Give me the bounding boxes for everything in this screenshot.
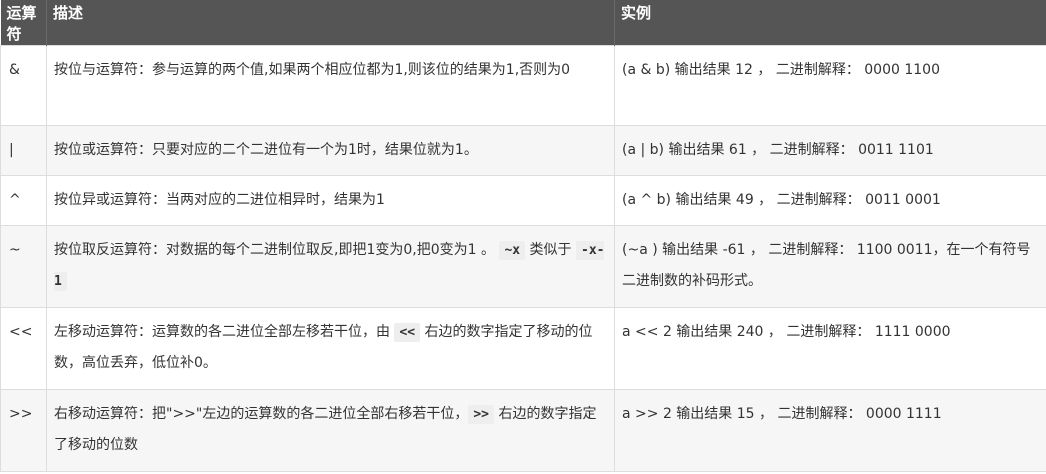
operator-cell: <<	[0, 307, 47, 390]
operator-cell: &	[0, 45, 47, 126]
header-operator: 运算符	[0, 0, 47, 46]
operator-cell: ^	[0, 175, 47, 226]
description-cell: 按位与运算符：参与运算的两个值,如果两个相应位都为1,则该位的结果为1,否则为0	[46, 45, 615, 126]
table-header-row: 运算符 描述 实例	[0, 0, 1046, 46]
description-text: 按位取反运算符：对数据的每个二进制位取反,即把1变为0,把0变为1 。	[54, 242, 495, 258]
table-row: | 按位或运算符：只要对应的二个二进位有一个为1时，结果位就为1。 (a | b…	[0, 125, 1046, 176]
operator-cell: |	[0, 125, 47, 176]
operator-cell: ~	[0, 225, 47, 308]
table-row: ^ 按位异或运算符：当两对应的二进位相异时，结果为1 (a ^ b) 输出结果 …	[0, 175, 1046, 226]
description-text: 左移动运算符：运算数的各二进位全部左移若干位，由	[54, 324, 395, 340]
description-cell: 左移动运算符：运算数的各二进位全部左移若干位，由 << 右边的数字指定了移动的位…	[46, 307, 615, 390]
table-row: >> 右移动运算符：把">>"左边的运算数的各二进位全部右移若干位， >> 右边的…	[0, 389, 1046, 472]
description-cell: 按位或运算符：只要对应的二个二进位有一个为1时，结果位就为1。	[46, 125, 615, 176]
operator-table: 运算符 描述 实例 & 按位与运算符：参与运算的两个值,如果两个相应位都为1,则…	[0, 0, 1046, 472]
example-cell: (a & b) 输出结果 12 ， 二进制解释： 0000 1100	[614, 45, 1046, 126]
inline-code: ~x	[499, 241, 526, 260]
example-cell: a << 2 输出结果 240 ， 二进制解释： 1111 0000	[614, 307, 1046, 390]
example-cell: (a ^ b) 输出结果 49 ， 二进制解释： 0011 0001	[614, 175, 1046, 226]
description-text: 右移动运算符：把">>"左边的运算数的各二进位全部右移若干位，	[54, 406, 469, 422]
table-row: << 左移动运算符：运算数的各二进位全部左移若干位，由 << 右边的数字指定了移…	[0, 307, 1046, 390]
table-row: & 按位与运算符：参与运算的两个值,如果两个相应位都为1,则该位的结果为1,否则…	[0, 45, 1046, 126]
description-text: 类似于	[525, 242, 576, 258]
example-cell: (a | b) 输出结果 61 ， 二进制解释： 0011 1101	[614, 125, 1046, 176]
inline-code: >>	[468, 405, 494, 424]
table-row: ~ 按位取反运算符：对数据的每个二进制位取反,即把1变为0,把0变为1 。 ~x…	[0, 225, 1046, 308]
description-cell: 右移动运算符：把">>"左边的运算数的各二进位全部右移若干位， >> 右边的数字指…	[46, 389, 615, 472]
description-cell: 按位异或运算符：当两对应的二进位相异时，结果为1	[46, 175, 615, 226]
header-example: 实例	[614, 0, 1046, 46]
description-cell: 按位取反运算符：对数据的每个二进制位取反,即把1变为0,把0变为1 。 ~x 类…	[46, 225, 615, 308]
operator-cell: >>	[0, 389, 47, 472]
inline-code: <<	[394, 323, 421, 342]
header-description: 描述	[46, 0, 615, 46]
example-cell: a >> 2 输出结果 15 ， 二进制解释： 0000 1111	[614, 389, 1046, 472]
example-cell: (~a ) 输出结果 -61 ， 二进制解释： 1100 0011，在一个有符号…	[614, 225, 1046, 308]
